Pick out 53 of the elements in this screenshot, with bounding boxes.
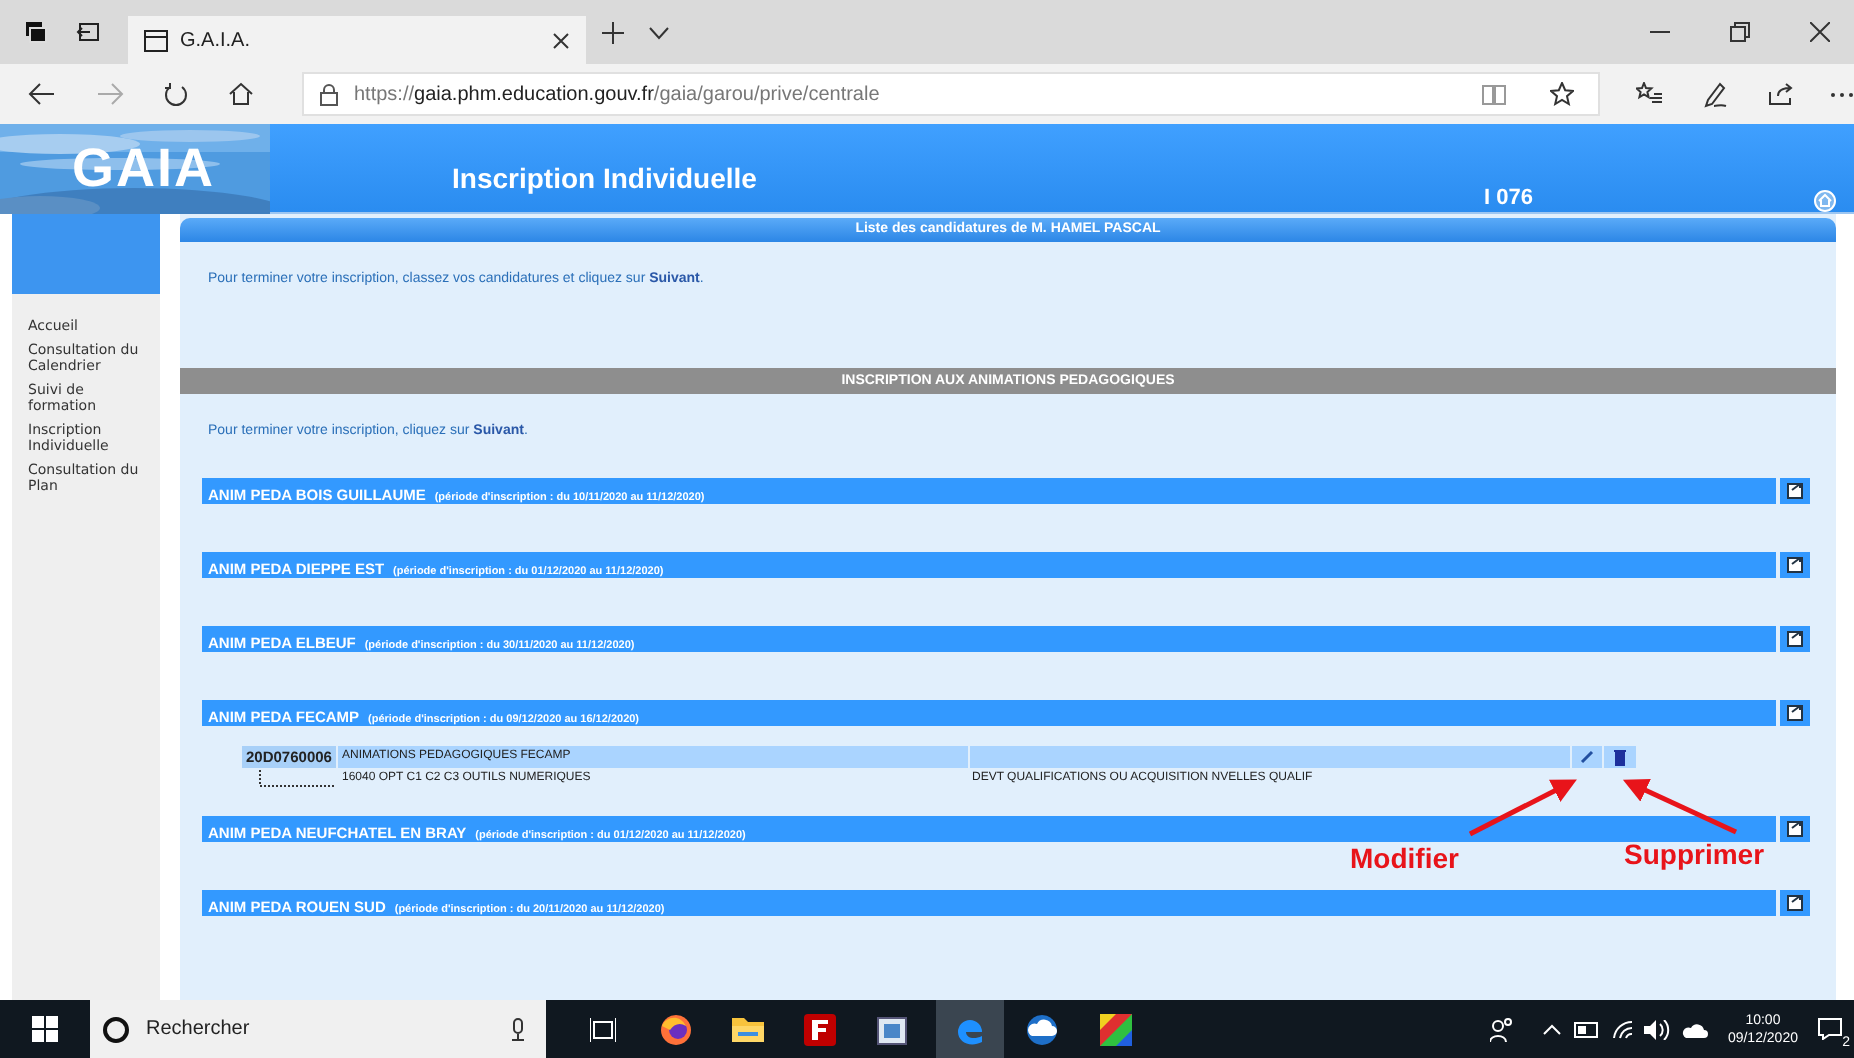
app-icon[interactable] [876,1013,908,1045]
document-icon[interactable] [1780,890,1810,916]
reading-view-icon[interactable] [1482,83,1506,105]
back-icon[interactable] [28,82,56,106]
windows-start-icon[interactable] [32,1016,58,1042]
search-icon [102,1015,130,1043]
firefox-icon[interactable] [660,1013,692,1045]
chevron-up-icon[interactable] [1541,1023,1562,1035]
document-icon[interactable] [1780,478,1810,504]
more-icon[interactable] [1830,91,1854,97]
document-icon[interactable] [1780,552,1810,578]
cloud-icon[interactable] [1681,1020,1708,1038]
microphone-icon[interactable] [510,1017,526,1041]
speaker-icon[interactable] [1643,1019,1670,1039]
favorites-icon[interactable] [1636,82,1662,106]
home-icon[interactable] [228,82,254,106]
refresh-icon[interactable] [164,82,188,106]
document-icon[interactable] [1780,816,1810,842]
share-icon[interactable] [1768,82,1794,106]
page-title: Inscription Individuelle [452,162,757,194]
arrow [1468,779,1577,837]
document-icon[interactable] [1780,700,1810,726]
arrow [1622,778,1738,835]
page-icon [144,29,168,51]
search-field[interactable]: Rechercher [90,1000,546,1058]
people-icon[interactable] [1489,1017,1514,1041]
task-view-icon[interactable] [590,1017,616,1041]
cloud-app-icon[interactable] [1024,1013,1060,1045]
close-icon[interactable] [552,31,570,49]
color-app-icon[interactable] [1100,1013,1132,1045]
folder-icon[interactable] [732,1016,764,1042]
annotation-label: Modifier [1350,842,1459,874]
tree-connector [256,769,336,787]
star-icon[interactable] [1550,82,1574,106]
battery-icon[interactable] [1573,1021,1600,1037]
pencil-icon[interactable] [1572,746,1602,768]
close-icon[interactable] [1810,22,1830,42]
wifi-icon[interactable] [1611,1019,1636,1039]
new-tab-icon[interactable] [602,21,624,43]
pen-icon[interactable] [1702,81,1728,107]
tab-back-icon[interactable] [76,20,100,44]
annotation-label: Supprimer [1624,838,1765,870]
address-field[interactable]: https://gaia.phm.education.gouv.fr/gaia/garou/prive/centrale [302,72,1600,116]
browser-tab[interactable]: G.A.I.A. [128,16,586,64]
app-logo: GAIA [72,138,215,200]
unit-code: I 076 [1484,186,1533,210]
tab-actions-icon[interactable] [24,20,48,44]
restore-icon[interactable] [1730,22,1750,42]
filezilla-icon[interactable] [804,1013,836,1045]
trash-icon[interactable] [1604,746,1636,768]
lock-icon [320,83,338,105]
chevron-down-icon[interactable] [648,25,670,39]
document-icon[interactable] [1780,626,1810,652]
